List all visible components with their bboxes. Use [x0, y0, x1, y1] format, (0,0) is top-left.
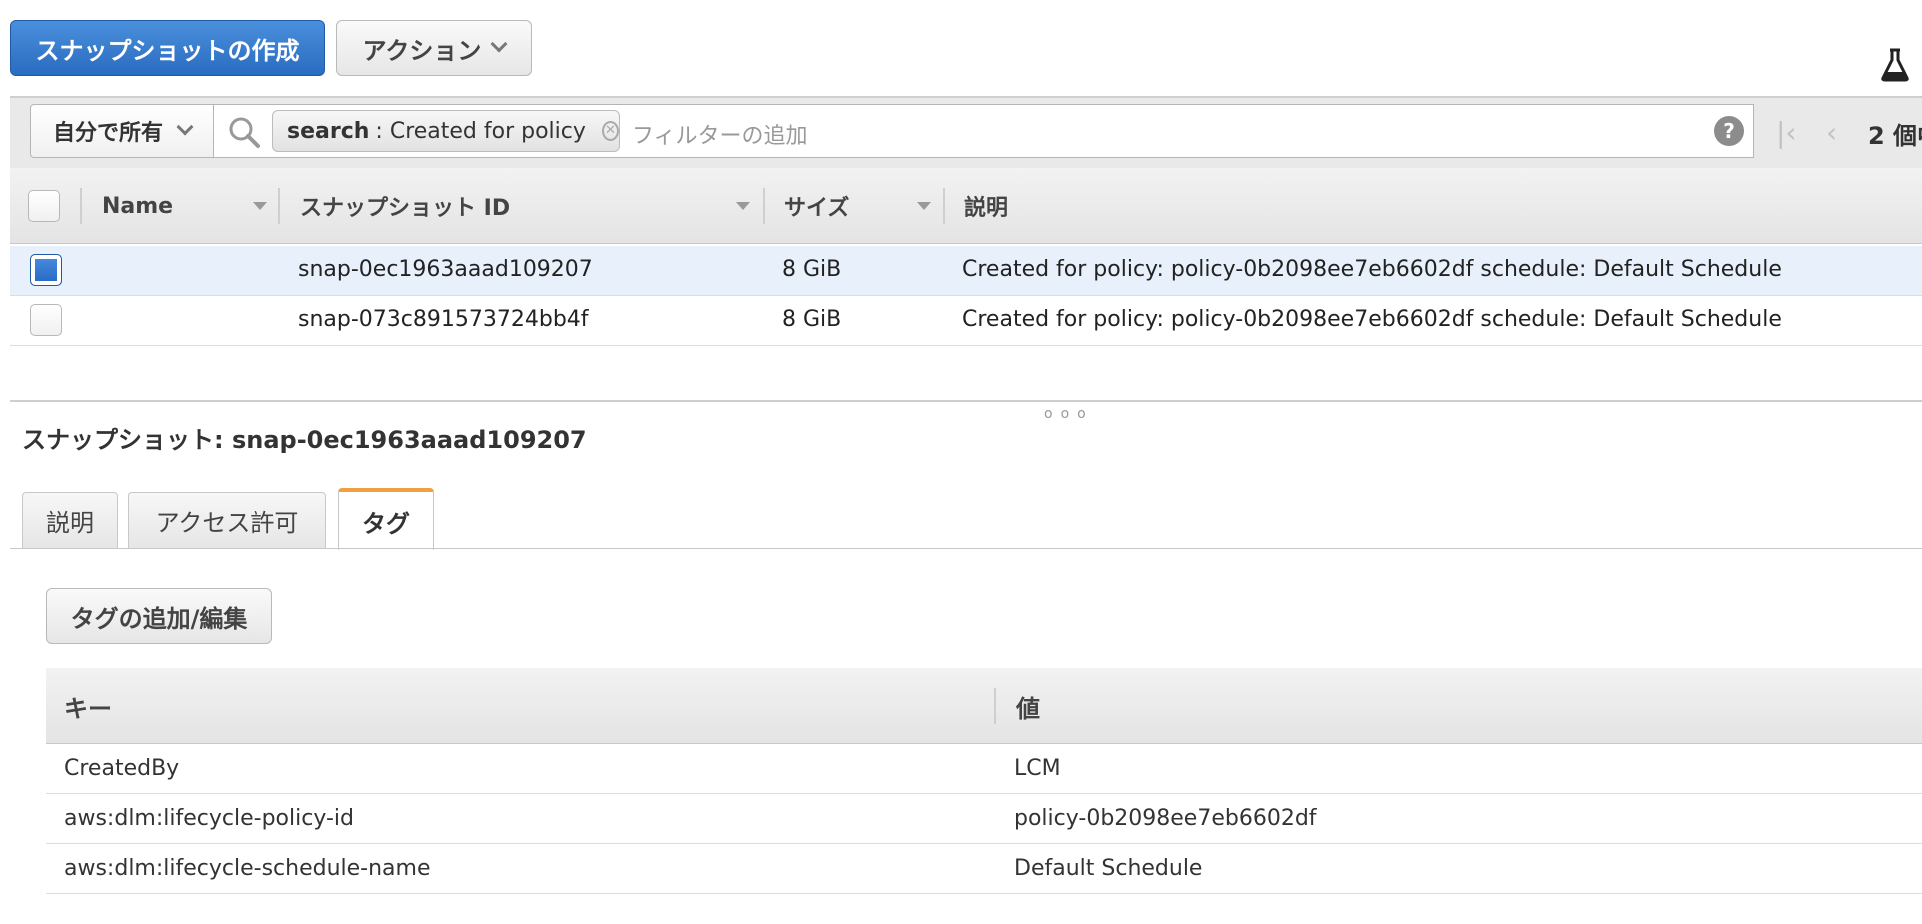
tag-row: [46, 744, 1922, 794]
owner-filter-label: 自分で所有: [52, 121, 163, 146]
tag-key: CreatedBy: [64, 756, 180, 781]
filter-token[interactable]: search : Created for policy ✕: [272, 110, 620, 152]
column-divider[interactable]: [278, 188, 280, 224]
chevron-down-icon: [176, 118, 194, 136]
edit-tags-button[interactable]: タグの追加/編集: [46, 588, 272, 644]
tab-underline: [10, 548, 1922, 549]
size-cell: 8 GiB: [782, 307, 842, 332]
flask-icon[interactable]: [1880, 48, 1910, 82]
size-cell: 8 GiB: [782, 257, 842, 282]
tag-key: aws:dlm:lifecycle-policy-id: [64, 806, 354, 831]
row-checkbox[interactable]: [30, 304, 62, 336]
tag-value: Default Schedule: [1014, 856, 1203, 881]
snapshot-id-cell: snap-0ec1963aaad109207: [298, 257, 593, 282]
snapshot-id-cell: snap-073c891573724bb4f: [298, 307, 589, 332]
actions-dropdown-button[interactable]: アクション: [336, 20, 532, 76]
column-header-value: 値: [1016, 694, 1040, 723]
create-snapshot-button[interactable]: スナップショットの作成: [10, 20, 325, 76]
first-page-icon[interactable]: |‹: [1776, 116, 1797, 149]
search-icon: [229, 117, 260, 148]
tab-tags[interactable]: タグ: [338, 488, 434, 550]
column-header-name[interactable]: Name: [102, 168, 173, 244]
column-header-description[interactable]: 説明: [964, 168, 1008, 244]
tag-value: LCM: [1014, 756, 1061, 781]
remove-token-icon[interactable]: ✕: [601, 121, 619, 141]
column-divider: [994, 688, 996, 724]
resize-handle-icon[interactable]: ooo: [1044, 406, 1094, 422]
tab-permissions[interactable]: アクセス許可: [128, 492, 326, 548]
description-cell: Created for policy: policy-0b2098ee7eb66…: [962, 257, 1782, 282]
chevron-down-icon: [490, 35, 508, 53]
description-cell: Created for policy: policy-0b2098ee7eb66…: [962, 307, 1782, 332]
detail-title: スナップショット: snap-0ec1963aaad109207: [22, 426, 587, 454]
filter-token-key: search: [287, 118, 370, 144]
actions-label: アクション: [362, 36, 482, 65]
tab-description[interactable]: 説明: [22, 492, 118, 548]
row-checkbox[interactable]: [30, 254, 62, 286]
sort-arrow-icon[interactable]: [253, 202, 267, 210]
column-header-size[interactable]: サイズ: [784, 168, 849, 244]
column-header-key: キー: [64, 694, 112, 723]
filter-placeholder: フィルターの追加: [632, 124, 808, 149]
pane-divider[interactable]: [10, 400, 1922, 402]
column-divider: [80, 188, 82, 224]
column-header-snapshot-id[interactable]: スナップショット ID: [300, 168, 510, 244]
page-count: 2 個中: [1868, 122, 1922, 150]
filter-token-value: : Created for policy: [375, 118, 586, 144]
column-divider[interactable]: [763, 188, 765, 224]
tag-key: aws:dlm:lifecycle-schedule-name: [64, 856, 431, 881]
sort-arrow-icon[interactable]: [917, 202, 931, 210]
prev-page-icon[interactable]: ‹: [1826, 116, 1837, 149]
help-icon[interactable]: ?: [1714, 116, 1744, 146]
sort-arrow-icon[interactable]: [736, 202, 750, 210]
column-divider[interactable]: [943, 188, 945, 224]
tags-table-header: [46, 668, 1922, 744]
owner-filter-dropdown[interactable]: 自分で所有: [30, 104, 214, 158]
select-all-checkbox[interactable]: [28, 190, 60, 222]
tag-value: policy-0b2098ee7eb6602df: [1014, 806, 1317, 831]
